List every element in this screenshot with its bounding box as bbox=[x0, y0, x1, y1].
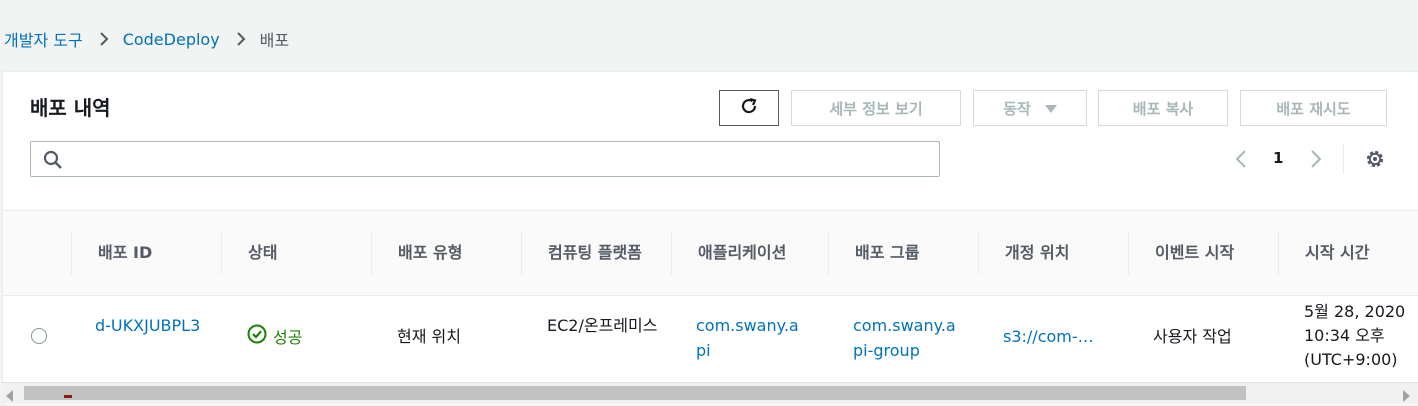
column-header-start-time[interactable]: 시작 시간 bbox=[1278, 231, 1418, 275]
column-header-initiating-event[interactable]: 이벤트 시작 bbox=[1128, 231, 1278, 275]
breadcrumb-codedeploy[interactable]: CodeDeploy bbox=[123, 30, 220, 49]
caret-down-icon bbox=[1044, 99, 1057, 117]
search-icon bbox=[43, 150, 63, 174]
column-header-deployment-id[interactable]: 배포 ID bbox=[71, 231, 221, 275]
breadcrumb-current: 배포 bbox=[259, 31, 290, 50]
status-badge: 성공 bbox=[247, 324, 302, 348]
current-page-number[interactable]: 1 bbox=[1273, 149, 1283, 167]
search-field[interactable] bbox=[30, 141, 940, 177]
deployment-history-panel: 배포 내역 세부 정보 보기 동작 배포 복사 배포 재시도 1 배포 ID 상… bbox=[2, 71, 1418, 406]
pagination-divider bbox=[1343, 144, 1344, 174]
revision-location-link[interactable]: s3://com-… bbox=[1003, 324, 1094, 349]
deployment-group-link[interactable]: com.swany.api-group bbox=[853, 313, 965, 363]
scroll-left-arrow-icon[interactable] bbox=[6, 387, 14, 406]
column-header-application[interactable]: 애플리케이션 bbox=[671, 231, 828, 275]
refresh-icon bbox=[739, 96, 759, 120]
initiating-event-cell: 사용자 작업 bbox=[1153, 327, 1232, 346]
status-text: 성공 bbox=[273, 328, 303, 347]
table-header: 배포 ID 상태 배포 유형 컴퓨팅 플랫폼 애플리케이션 배포 그룹 개정 위… bbox=[3, 210, 1418, 296]
scrollbar-thumb[interactable] bbox=[24, 386, 1246, 400]
chevron-right-icon bbox=[236, 31, 246, 47]
refresh-button[interactable] bbox=[719, 90, 779, 126]
breadcrumb: 개발자 도구 CodeDeploy 배포 bbox=[4, 26, 289, 52]
compute-platform-cell: EC2/온프레미스 bbox=[547, 316, 658, 335]
breadcrumb-developer-tools[interactable]: 개발자 도구 bbox=[4, 27, 83, 51]
horizontal-scrollbar[interactable] bbox=[2, 382, 1418, 404]
scroll-right-arrow-icon[interactable] bbox=[1402, 387, 1410, 406]
start-time-cell: 5월 28, 2020 10:34 오후 (UTC+9:00) bbox=[1304, 302, 1406, 369]
panel-title: 배포 내역 bbox=[30, 96, 111, 120]
deployment-id-link[interactable]: d-UKXJUBPL3 bbox=[95, 313, 205, 338]
scroll-marker bbox=[64, 395, 72, 398]
row-select-radio[interactable] bbox=[31, 328, 47, 344]
actions-dropdown[interactable]: 동작 bbox=[973, 90, 1087, 126]
deployment-type-cell: 현재 위치 bbox=[397, 327, 461, 346]
view-details-button[interactable]: 세부 정보 보기 bbox=[791, 90, 961, 126]
column-header-compute-platform[interactable]: 컴퓨팅 플랫폼 bbox=[521, 231, 671, 275]
success-check-icon bbox=[247, 324, 267, 348]
copy-deployment-button[interactable]: 배포 복사 bbox=[1098, 90, 1228, 126]
gear-icon[interactable] bbox=[1364, 148, 1386, 174]
chevron-right-icon bbox=[99, 31, 109, 47]
column-header-revision-location[interactable]: 개정 위치 bbox=[978, 231, 1128, 275]
next-page-icon[interactable] bbox=[1309, 148, 1323, 174]
column-header-deployment-group[interactable]: 배포 그룹 bbox=[828, 231, 978, 275]
previous-page-icon[interactable] bbox=[1234, 148, 1248, 174]
column-header-status[interactable]: 상태 bbox=[221, 231, 371, 275]
column-header-deployment-type[interactable]: 배포 유형 bbox=[371, 231, 521, 275]
application-link[interactable]: com.swany.api bbox=[696, 313, 808, 363]
retry-deployment-button[interactable]: 배포 재시도 bbox=[1240, 90, 1387, 126]
search-input[interactable] bbox=[71, 146, 931, 172]
